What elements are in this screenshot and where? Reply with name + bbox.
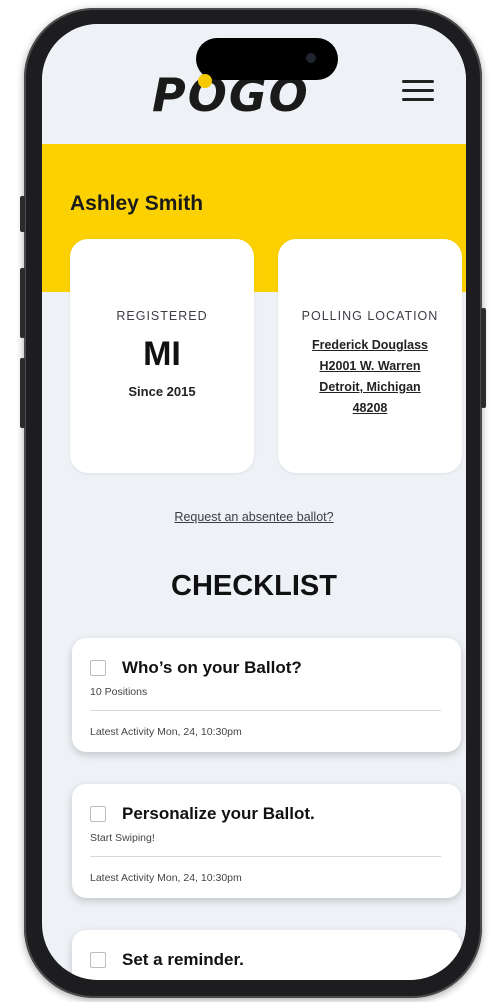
action-button bbox=[20, 196, 25, 232]
checklist-item-title: Who’s on your Ballot? bbox=[122, 658, 302, 677]
power-button bbox=[481, 308, 486, 408]
app-screen: POGO Ashley Smith REGISTERED MI Since 20… bbox=[42, 24, 466, 980]
checklist-item[interactable]: Who’s on your Ballot? 10 Positions Lates… bbox=[72, 638, 461, 752]
checklist-item-subtitle: 10 Positions bbox=[90, 686, 148, 698]
registered-card: REGISTERED MI Since 2015 bbox=[70, 239, 254, 473]
polling-location-card: POLLING LOCATION Frederick Douglass H200… bbox=[278, 239, 462, 473]
menu-icon-bar bbox=[402, 80, 434, 83]
polling-address-line[interactable]: H2001 W. Warren bbox=[278, 356, 462, 377]
registered-label: REGISTERED bbox=[116, 309, 208, 323]
checklist-item-header: Who’s on your Ballot? bbox=[90, 658, 302, 678]
checklist-item-title: Set a reminder. bbox=[122, 950, 244, 969]
polling-address-line[interactable]: Detroit, Michigan bbox=[278, 377, 462, 398]
logo-accent-dot bbox=[198, 74, 212, 88]
polling-address-line[interactable]: Frederick Douglass bbox=[278, 335, 462, 356]
absentee-ballot-link[interactable]: Request an absentee ballot? bbox=[42, 510, 466, 524]
volume-up-button bbox=[20, 268, 25, 338]
checkbox-icon[interactable] bbox=[90, 952, 106, 968]
volume-down-button bbox=[20, 358, 25, 428]
camera-dot bbox=[306, 53, 316, 63]
checklist-item-activity: Latest Activity Mon, 24, 10:30pm bbox=[90, 726, 242, 738]
polling-address[interactable]: Frederick Douglass H2001 W. Warren Detro… bbox=[278, 335, 462, 419]
checklist-item-title: Personalize your Ballot. bbox=[122, 804, 315, 823]
polling-address-line[interactable]: 48208 bbox=[278, 398, 462, 419]
menu-icon-bar bbox=[402, 98, 434, 101]
menu-icon[interactable] bbox=[402, 80, 434, 104]
checklist-item[interactable]: Set a reminder. bbox=[72, 930, 461, 980]
checklist-item-header: Set a reminder. bbox=[90, 950, 244, 970]
checklist-item-header: Personalize your Ballot. bbox=[90, 804, 315, 824]
checklist-item-activity: Latest Activity Mon, 24, 10:30pm bbox=[90, 872, 242, 884]
divider bbox=[90, 856, 441, 857]
user-name: Ashley Smith bbox=[70, 192, 204, 215]
checklist-title: CHECKLIST bbox=[171, 570, 337, 602]
registered-state: MI bbox=[143, 335, 181, 373]
checklist-item-subtitle: Start Swiping! bbox=[90, 832, 155, 844]
checklist-item[interactable]: Personalize your Ballot. Start Swiping! … bbox=[72, 784, 461, 898]
checkbox-icon[interactable] bbox=[90, 806, 106, 822]
polling-location-label: POLLING LOCATION bbox=[301, 309, 439, 323]
menu-icon-bar bbox=[402, 89, 434, 92]
dynamic-island bbox=[196, 38, 338, 80]
checkbox-icon[interactable] bbox=[90, 660, 106, 676]
divider bbox=[90, 710, 441, 711]
registered-since: Since 2015 bbox=[128, 384, 196, 399]
